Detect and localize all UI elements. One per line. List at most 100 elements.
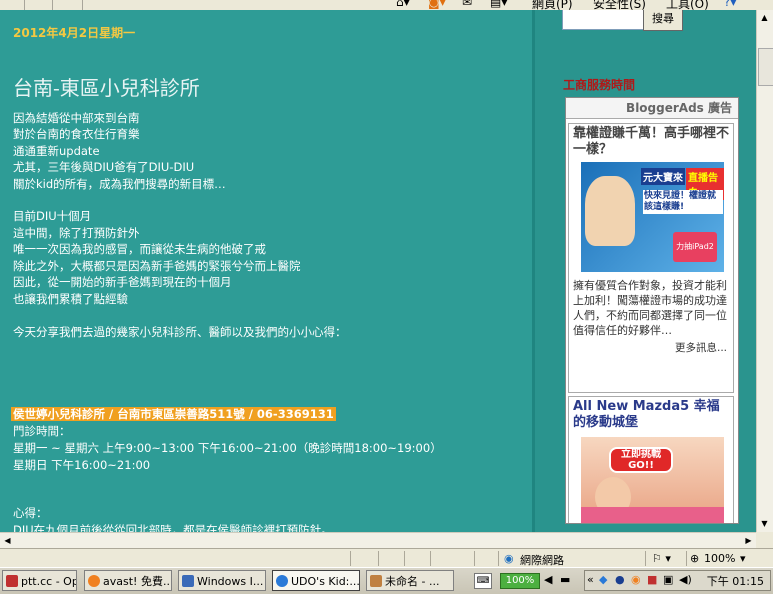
clinic-heading-text: 侯世婷小兒科診所 / 台南市東區崇善路511號 / 06-3369131 — [11, 407, 336, 421]
post-line: 因此，從一開始的新手爸媽到現在的十個月 — [13, 275, 232, 289]
paint-icon — [370, 575, 382, 587]
post-line: 尤其，三年後與DIU爸有了DIU-DIU — [13, 160, 195, 174]
status-divider — [378, 551, 379, 566]
zoom-level[interactable]: 100% — [704, 552, 735, 565]
network-icon[interactable]: ◆ — [599, 573, 607, 586]
post-line: 對於台南的食衣住行育樂 — [13, 127, 140, 141]
rss-icon[interactable]: ◙▾ — [428, 0, 446, 9]
taskbar-item[interactable]: UDO's Kid:... — [272, 570, 360, 591]
ad-title[interactable]: 靠權證賺千萬！高手哪裡不一樣？ — [569, 124, 733, 160]
ad-image-warrant[interactable]: 元大寶來 直播告白 快來見證！權證就該這樣賺! 力抽iPad2 — [581, 162, 724, 272]
toolbar-button[interactable] — [52, 0, 83, 10]
hours-weekday: 星期一 ~ 星期六 上午9:00~13:00 下午16:00~21:00（晚診時… — [13, 441, 442, 455]
ad-title[interactable]: All New Mazda5 幸福的移動城堡 — [569, 397, 733, 433]
scrollbar-thumb[interactable] — [758, 48, 773, 86]
taskbar-item-label: ptt.cc - Ope... — [21, 575, 76, 588]
expand-tray-icon[interactable]: « — [587, 573, 594, 586]
windows-explorer-icon — [182, 575, 194, 587]
vertical-scrollbar[interactable]: ▲ ▼ — [756, 10, 773, 532]
ad-body: 擁有優質合作對象，投資才能利上加利！闖蕩權證市場的成功達人們，不約而同都選擇了同… — [573, 279, 727, 337]
taskbar-item[interactable]: Windows I... — [178, 570, 266, 591]
mail-icon[interactable]: ✉ — [462, 0, 472, 9]
toolbar-button[interactable] — [0, 0, 25, 10]
alert-icon[interactable]: ■ — [647, 573, 657, 586]
toolbar-button[interactable] — [24, 0, 53, 10]
taskbar-item-label: avast! 免費... — [103, 575, 172, 588]
sidebar-heading: 工商服務時間 — [563, 78, 636, 92]
volume-icon[interactable]: ◀) — [679, 573, 692, 586]
shield-icon[interactable]: ● — [615, 573, 625, 586]
globe-icon: ◉ — [504, 552, 514, 565]
post-line: 今天分享我們去過的幾家小兒科診所、醫師以及我們的小小心得： — [13, 325, 347, 339]
notes-label: 心得： — [13, 506, 48, 520]
protected-mode-icon[interactable]: ⚐ ▾ — [652, 552, 671, 565]
ad-tub — [581, 507, 724, 523]
bloggerads-widget: BloggerAds 廣告 靠權證賺千萬！高手哪裡不一樣？ 元大寶來 直播告白 … — [565, 97, 739, 524]
scroll-left-arrow-icon[interactable]: ◀ — [0, 533, 15, 548]
search-input[interactable] — [562, 10, 644, 30]
ad-slogan: 快來見證！權證就該這樣賺! — [643, 190, 723, 214]
post-date: 2012年4月2日星期一 — [13, 26, 136, 40]
hours-label: 門診時間： — [13, 424, 71, 438]
browser-status-bar: ◉ 網際網路 ⚐ ▾ ⊕ 100% ▾ — [0, 548, 773, 568]
page-viewport: 2012年4月2日星期一 台南-東區小兒科診所 因為結婚從中部來到台南 對於台南… — [0, 10, 756, 532]
notes-text: DIU在九個月前後從從回北部時，都是在侯醫師診裡打預防針。 — [13, 523, 333, 532]
ad-card-mazda[interactable]: All New Mazda5 幸福的移動城堡 立即挑戰 GO!! — [568, 396, 734, 523]
webpage-menu[interactable]: 網頁(P) — [532, 0, 573, 10]
horizontal-scrollbar[interactable]: ◀ ▶ — [0, 532, 756, 548]
taskbar-item-label: Windows I... — [197, 575, 264, 588]
ad-prize: 力抽iPad2 — [673, 232, 717, 262]
power-plug-icon[interactable]: ▬ — [560, 573, 570, 586]
avast-tray-icon[interactable]: ◉ — [631, 573, 641, 586]
taskbar-clock[interactable]: 下午 01:15 — [707, 573, 764, 589]
avast-icon — [88, 575, 100, 587]
scroll-up-arrow-icon[interactable]: ▲ — [757, 10, 772, 25]
post-title[interactable]: 台南-東區小兒科診所 — [13, 72, 200, 101]
post-line: 唯一一次因為我的感冒，而讓從未生病的他破了戒 — [13, 242, 266, 256]
post-line: 也讓我們累積了點經驗 — [13, 292, 128, 306]
post-line: 關於kid的所有，成為我們搜尋的新目標… — [13, 177, 226, 191]
clinic-heading: 侯世婷小兒科診所 / 台南市東區崇善路511號 / 06-3369131 — [11, 406, 336, 422]
hours-sunday: 星期日 下午16:00~21:00 — [13, 458, 151, 472]
post-line: 因為結婚從中部來到台南 — [13, 111, 140, 125]
ad-card-warrant[interactable]: 靠權證賺千萬！高手哪裡不一樣？ 元大寶來 直播告白 快來見證！權證就該這樣賺! … — [568, 123, 734, 393]
status-divider — [686, 551, 687, 566]
ad-cta[interactable]: 立即挑戰 GO!! — [609, 447, 673, 473]
taskbar-item[interactable]: avast! 免費... — [84, 570, 172, 591]
browser-command-bar: ⌂▾ ◙▾ ✉ ▤▾ 網頁(P) 安全性(S) 工具(O) ?▾ — [0, 0, 773, 10]
status-divider — [430, 551, 431, 566]
tools-menu[interactable]: 工具(O) — [666, 0, 709, 10]
zoom-badge[interactable]: 100% — [500, 573, 540, 589]
home-icon[interactable]: ⌂▾ — [396, 0, 410, 9]
taskbar-item[interactable]: 未命名 - ... — [366, 570, 454, 591]
post-line: 目前DIU十個月 — [13, 209, 92, 223]
print-icon[interactable]: ▤▾ — [490, 0, 507, 9]
zoom-icon[interactable]: ⊕ — [690, 552, 699, 565]
ad-image-mazda[interactable]: 立即挑戰 GO!! — [581, 437, 724, 523]
ads-header[interactable]: BloggerAds 廣告 — [566, 98, 738, 119]
monitor-icon[interactable]: ▣ — [663, 573, 673, 586]
search-button[interactable]: 搜尋 — [643, 10, 683, 31]
internet-zone: 網際網路 — [520, 554, 564, 567]
ie-icon — [276, 575, 288, 587]
zoom-dropdown-icon[interactable]: ▾ — [740, 552, 746, 565]
blog-main-column: 2012年4月2日星期一 台南-東區小兒科診所 因為結婚從中部來到台南 對於台南… — [0, 10, 532, 532]
taskbar-item-label: 未命名 - ... — [385, 575, 440, 588]
status-divider — [404, 551, 405, 566]
keyboard-layout-icon[interactable]: ⌨ — [474, 573, 492, 589]
post-line: 通通重新update — [13, 144, 100, 158]
scroll-right-arrow-icon[interactable]: ▶ — [741, 533, 756, 548]
status-divider — [350, 551, 351, 566]
status-divider — [498, 551, 499, 566]
taskbar-item-label: UDO's Kid:... — [291, 575, 360, 588]
arrow-icon[interactable]: ◀ — [544, 573, 552, 586]
scroll-down-arrow-icon[interactable]: ▼ — [757, 516, 772, 531]
post-line: 這中間，除了打預防針外 — [13, 226, 140, 240]
help-icon[interactable]: ?▾ — [724, 0, 736, 9]
taskbar-item[interactable]: ptt.cc - Ope... — [2, 570, 77, 591]
opera-icon — [6, 575, 18, 587]
safety-menu[interactable]: 安全性(S) — [593, 0, 646, 10]
ad-more-link[interactable]: 更多訊息... — [569, 338, 733, 357]
post-line: 除此之外，大概都只是因為新手爸媽的緊張兮兮而上醫院 — [13, 259, 301, 273]
ad-brand: 元大寶來 — [641, 168, 685, 185]
